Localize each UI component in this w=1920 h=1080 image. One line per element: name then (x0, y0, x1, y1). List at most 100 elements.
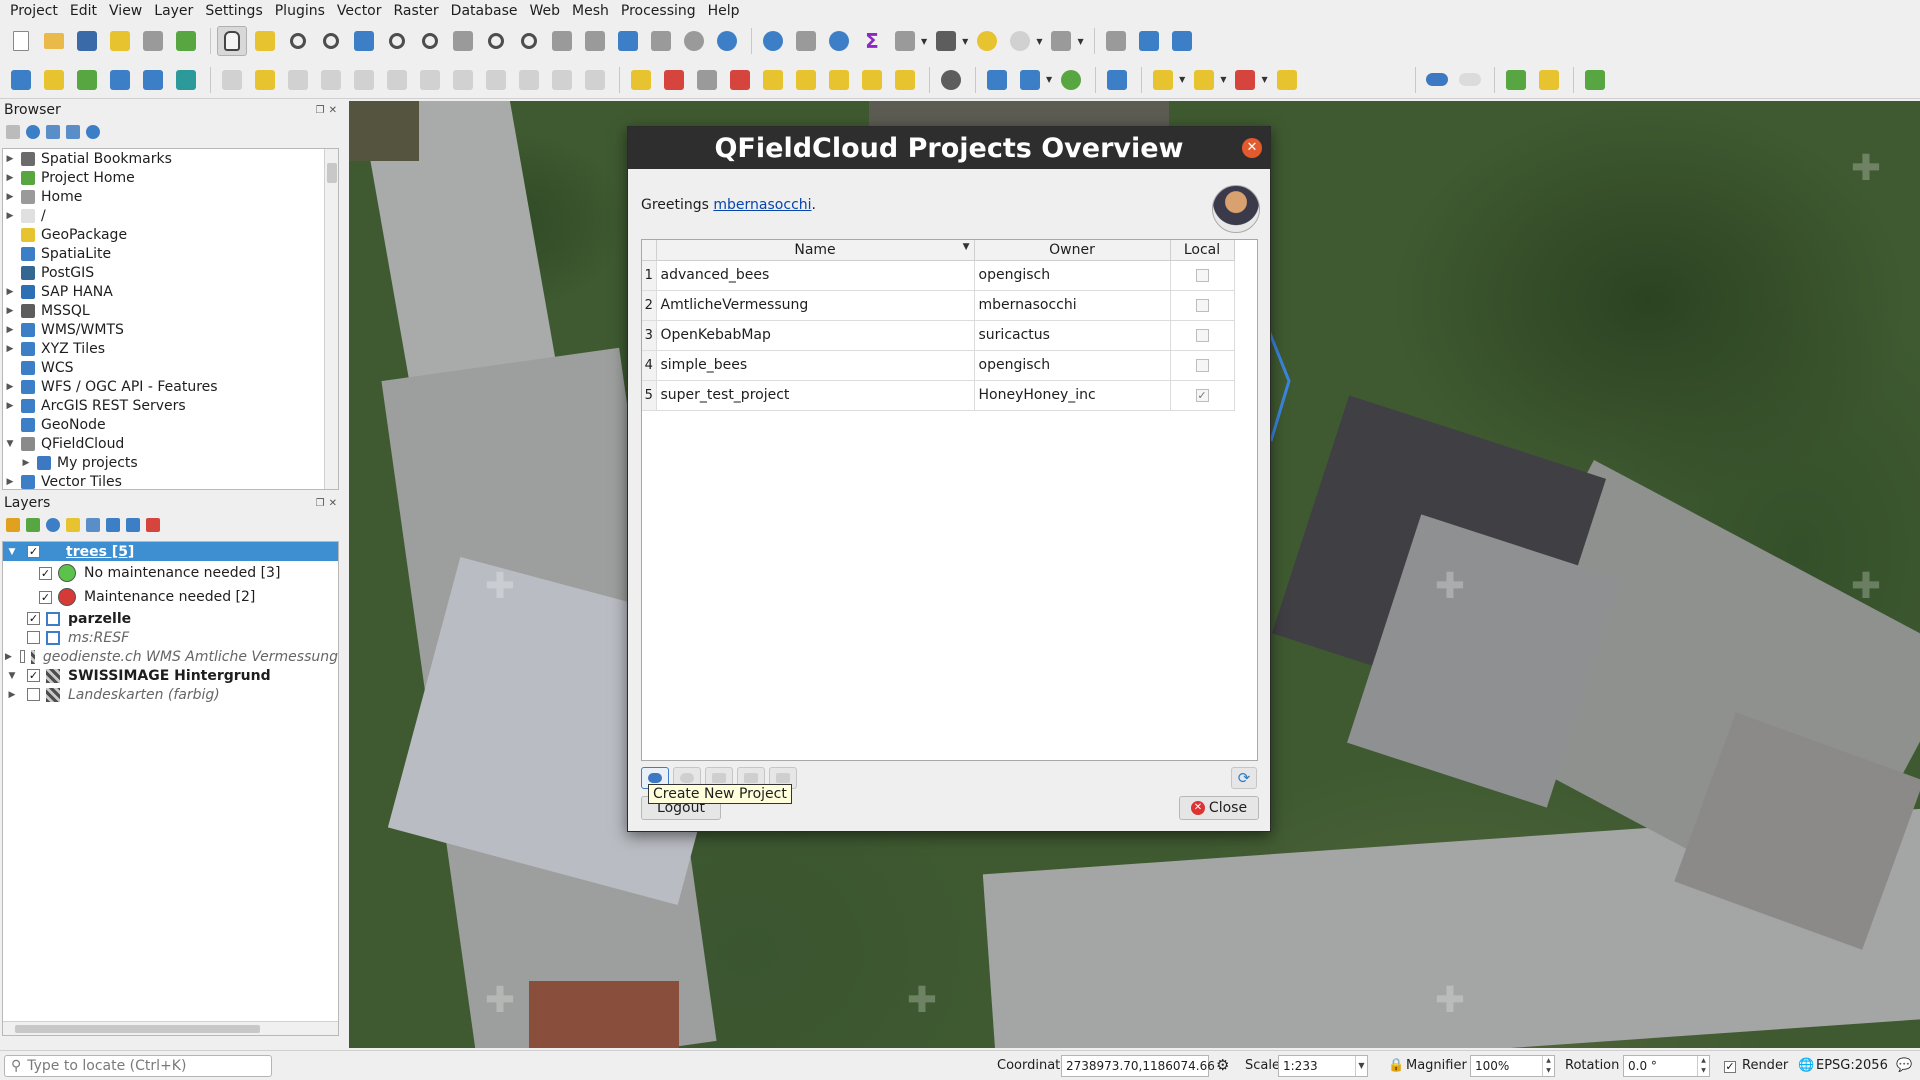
lock-scale-icon[interactable]: 🔒 (1388, 1058, 1404, 1073)
chevron-right-icon[interactable]: ▶ (3, 344, 17, 354)
coordinate-field[interactable]: 2738973.70,1186074.66 (1061, 1055, 1215, 1077)
measure-line-button[interactable] (931, 26, 961, 56)
menu-database[interactable]: Database (445, 0, 524, 22)
style-manager-button[interactable] (171, 26, 201, 56)
layer-visibility-checkbox[interactable]: ✓ (27, 545, 40, 558)
chevron-right-icon[interactable]: ▶ (3, 325, 17, 335)
browser-item[interactable]: SpatiaLite (3, 244, 338, 263)
layers-hscrollbar[interactable] (3, 1021, 338, 1035)
package-for-qfield-button[interactable] (1501, 65, 1531, 95)
layer-item[interactable]: ms:RESF (3, 628, 338, 647)
pan-to-selection-button[interactable] (250, 26, 280, 56)
chevron-down-icon[interactable]: ▼ (1046, 75, 1052, 84)
browser-tree[interactable]: ▶ Spatial Bookmarks ▶ Project Home ▶ Home ▶ / Ge… (2, 148, 339, 490)
chevron-down-icon[interactable]: ▼ (1261, 75, 1267, 84)
browser-item[interactable]: ▶ WMS/WMTS (3, 320, 338, 339)
browser-item[interactable]: GeoPackage (3, 225, 338, 244)
identify-features-button[interactable] (758, 26, 788, 56)
chevron-right-icon[interactable]: ▶ (3, 382, 17, 392)
vertex-tool-button[interactable] (349, 65, 379, 95)
layer-visibility-checkbox[interactable]: ✓ (27, 612, 40, 625)
refresh-icon[interactable] (26, 125, 40, 139)
spinbox-arrows-icon[interactable]: ▲ ▼ (1697, 1056, 1709, 1076)
projects-table[interactable]: Name ▼ Owner Local 1 advanced_bees opengisc… (641, 239, 1258, 761)
layout-tool-1-button[interactable] (1101, 26, 1131, 56)
dialog-close-icon[interactable]: ✕ (1242, 138, 1262, 158)
qfieldcloud-sync-button[interactable] (1422, 65, 1452, 95)
toggle-editing-button[interactable] (250, 65, 280, 95)
plugin-tool-button[interactable] (1015, 65, 1045, 95)
menu-layer[interactable]: Layer (148, 0, 199, 22)
zoom-selection-button[interactable] (382, 26, 412, 56)
browser-item[interactable]: GeoNode (3, 415, 338, 434)
scrollbar-thumb[interactable] (327, 163, 337, 183)
zoom-last-button[interactable] (481, 26, 511, 56)
zoom-in-button[interactable] (283, 26, 313, 56)
current-edits-button[interactable] (217, 65, 247, 95)
layer-item[interactable]: ▼ ✓ trees [5] (3, 542, 338, 561)
label-toolbar-button-1[interactable] (626, 65, 656, 95)
zoom-next-button[interactable] (514, 26, 544, 56)
layer-item[interactable]: ✓ Maintenance needed [2] (3, 585, 338, 609)
locator-search-input[interactable]: ⚲ Type to locate (Ctrl+K) (4, 1055, 272, 1077)
column-header-local[interactable]: Local (1170, 240, 1235, 261)
menu-settings[interactable]: Settings (199, 0, 268, 22)
copy-features-button[interactable] (481, 65, 511, 95)
paste-features-button[interactable] (514, 65, 544, 95)
browser-item[interactable]: PostGIS (3, 263, 338, 282)
chevron-right-icon[interactable]: ▶ (19, 458, 33, 468)
python-console-button[interactable] (982, 65, 1012, 95)
table-row[interactable]: 3 OpenKebabMap suricactus (642, 320, 1235, 351)
new-project-button[interactable] (6, 26, 36, 56)
layer-visibility-checkbox[interactable]: ✓ (27, 669, 40, 682)
select-location-button[interactable] (1272, 65, 1302, 95)
label-toolbar-button-2[interactable] (659, 65, 689, 95)
zoom-layer-button[interactable] (415, 26, 445, 56)
crs-globe-icon[interactable]: 🌐 (1798, 1058, 1814, 1073)
delete-selected-button[interactable] (415, 65, 445, 95)
zoom-full-button[interactable] (349, 26, 379, 56)
zoom-native-button[interactable] (448, 26, 478, 56)
chevron-down-icon[interactable]: ▼ (1036, 37, 1042, 46)
filter-icon[interactable] (66, 518, 80, 532)
magnifier-spinbox[interactable]: 100% ▲ ▼ (1470, 1055, 1555, 1077)
redo-button[interactable] (580, 65, 610, 95)
menu-raster[interactable]: Raster (388, 0, 445, 22)
label-toolbar-button-8[interactable] (857, 65, 887, 95)
chevron-right-icon[interactable]: ▶ (5, 652, 12, 662)
layer-styling-icon[interactable] (6, 518, 20, 532)
browser-item[interactable]: ▶ MSSQL (3, 301, 338, 320)
messages-icon[interactable]: 💬 (1896, 1058, 1912, 1073)
deselect-button[interactable] (1230, 65, 1260, 95)
layout-manager-button[interactable] (138, 26, 168, 56)
chevron-right-icon[interactable]: ▶ (5, 690, 19, 700)
layer-item[interactable]: ✓ No maintenance needed [3] (3, 561, 338, 585)
browser-item[interactable]: ▶ XYZ Tiles (3, 339, 338, 358)
label-toolbar-button-3[interactable] (692, 65, 722, 95)
browser-item[interactable]: ▶ Project Home (3, 168, 338, 187)
chevron-right-icon[interactable]: ▶ (3, 154, 17, 164)
undo-button[interactable] (547, 65, 577, 95)
chevron-right-icon[interactable]: ▶ (3, 173, 17, 183)
close-panel-icon[interactable]: ✕ (329, 105, 337, 116)
refresh-projects-button[interactable]: ⟳ (1231, 767, 1257, 789)
layout-tool-2-button[interactable] (1134, 26, 1164, 56)
cut-features-button[interactable] (448, 65, 478, 95)
username-link[interactable]: mbernasocchi (713, 197, 811, 213)
zoom-out-button[interactable] (316, 26, 346, 56)
new-bookmark-button[interactable] (613, 26, 643, 56)
add-layer-icon[interactable] (6, 125, 20, 139)
close-panel-icon[interactable]: ✕ (329, 498, 337, 509)
table-row[interactable]: 5 super_test_project HoneyHoney_inc ✓ (642, 380, 1235, 411)
chevron-right-icon[interactable]: ▶ (3, 211, 17, 221)
browser-item[interactable]: ▶ SAP HANA (3, 282, 338, 301)
browser-item[interactable]: ▶ / (3, 206, 338, 225)
chevron-down-icon[interactable]: ▼ (1355, 1056, 1367, 1076)
new-map-view-button[interactable] (547, 26, 577, 56)
new-shapefile-layer-button[interactable] (72, 65, 102, 95)
data-source-manager-button[interactable] (6, 65, 36, 95)
browser-item[interactable]: ▶ Spatial Bookmarks (3, 149, 338, 168)
browser-item[interactable]: ▶ ArcGIS REST Servers (3, 396, 338, 415)
menu-project[interactable]: Project (4, 0, 64, 22)
statistical-summary-button[interactable]: Σ (857, 26, 887, 56)
